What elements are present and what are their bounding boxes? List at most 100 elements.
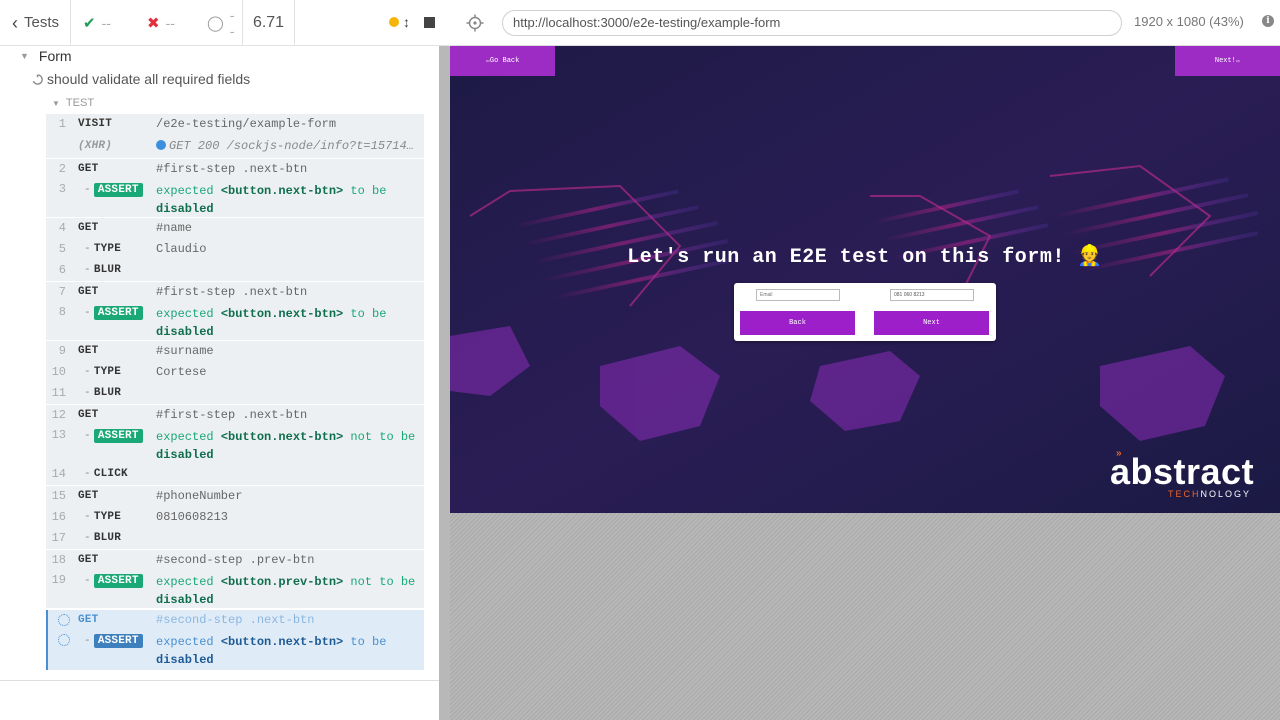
command-number: 17 xyxy=(51,531,66,545)
suite-title[interactable]: ▼ Form xyxy=(20,48,72,64)
abstract-logo: » abstract TECHNOLOGY xyxy=(1110,448,1255,499)
background-art xyxy=(450,46,1280,513)
command-row[interactable]: (XHR) GET 200 /sockjs-node/info?t=15714… xyxy=(46,136,424,156)
command-number: 13 xyxy=(51,428,66,442)
info-icon[interactable]: i xyxy=(1262,15,1274,27)
command-row[interactable]: 6 - BLUR xyxy=(46,260,424,280)
command-row[interactable]: - ASSERT expected <button.next-btn> to be… xyxy=(48,630,426,668)
assert-message: expected <button.next-btn> to be disable… xyxy=(156,307,387,339)
command-message: 0810608213 xyxy=(156,510,229,524)
command-row[interactable]: 12 GET #first-step .next-btn xyxy=(46,405,424,425)
command-block: 18 GET #second-step .prev-btn 19 - ASSERT… xyxy=(46,550,424,608)
back-button[interactable]: Back xyxy=(740,311,855,335)
passed-value: -- xyxy=(101,14,111,31)
pending-spinner-icon xyxy=(58,614,70,626)
command-name: (XHR) xyxy=(78,140,113,152)
command-number: 15 xyxy=(51,489,66,503)
tests-button[interactable]: ‹ Tests xyxy=(0,0,71,46)
assert-badge: ASSERT xyxy=(93,574,143,588)
next-top-button[interactable]: Next! ⇨ xyxy=(1175,46,1280,76)
command-number: 5 xyxy=(58,242,66,256)
command-row[interactable]: GET #second-step .next-btn xyxy=(48,610,426,630)
next-button[interactable]: Next xyxy=(874,311,989,335)
app-under-test: ⇦ Go Back Next! ⇨ Let's run an E2E test on… xyxy=(450,46,1280,513)
command-row[interactable]: 4 GET #name xyxy=(46,218,424,238)
command-block-pending: GET #second-step .next-btn - ASSERT expec… xyxy=(46,610,424,670)
command-name: - ASSERT xyxy=(84,574,143,588)
command-block: 15 GET #phoneNumber 16 - TYPE 0810608213 … xyxy=(46,486,424,549)
command-row[interactable]: 11 - BLUR xyxy=(46,383,424,403)
command-row[interactable]: 9 GET #surname xyxy=(46,341,424,361)
check-icon: ✔ xyxy=(83,14,96,32)
xhr-status-dot-icon xyxy=(156,140,166,150)
go-back-button[interactable]: ⇦ Go Back xyxy=(450,46,555,76)
url-bar[interactable]: http://localhost:3000/e2e-testing/exampl… xyxy=(502,10,1122,36)
command-row[interactable]: 16 - TYPE 0810608213 xyxy=(46,507,424,527)
running-spinner-icon xyxy=(32,73,43,85)
assert-message: expected <button.prev-btn> not to be dis… xyxy=(156,575,416,607)
command-block: 4 GET #name 5 - TYPE Claudio 6 - BLUR xyxy=(46,218,424,281)
stats-bar: ‹ Tests ✔ -- ✖ -- ◯ -- 6.71 ↕ xyxy=(0,0,449,46)
test-group-label: TEST xyxy=(65,97,95,109)
passed-count: ✔ -- xyxy=(71,0,135,46)
command-row[interactable]: 2 GET #first-step .next-btn xyxy=(46,159,424,179)
command-name: - ASSERT xyxy=(84,306,143,320)
command-row[interactable]: 19 - ASSERT expected <button.prev-btn> no… xyxy=(46,570,424,608)
command-row[interactable]: 7 GET #first-step .next-btn xyxy=(46,282,424,302)
command-number: 18 xyxy=(51,553,66,567)
email-field[interactable] xyxy=(756,289,840,301)
command-row[interactable]: 8 - ASSERT expected <button.next-btn> to … xyxy=(46,302,424,340)
reporter-resize-handle[interactable] xyxy=(439,46,450,720)
runnable-list: ▼ Form should validate all required fiel… xyxy=(0,46,439,680)
command-row[interactable]: 13 - ASSERT expected <button.next-btn> no… xyxy=(46,425,424,463)
command-row[interactable]: 5 - TYPE Claudio xyxy=(46,239,424,259)
command-row[interactable]: 14 - CLICK xyxy=(46,464,424,484)
command-number: 2 xyxy=(58,162,66,176)
command-row[interactable]: 10 - TYPE Cortese xyxy=(46,362,424,382)
command-message: #surname xyxy=(156,344,214,358)
command-name: - ASSERT xyxy=(84,183,143,197)
command-name: GET xyxy=(78,286,99,298)
command-number: 14 xyxy=(51,467,66,481)
command-name: - ASSERT xyxy=(84,634,143,648)
selector-playground-icon[interactable] xyxy=(466,14,484,32)
command-number: 1 xyxy=(58,117,66,131)
command-row[interactable]: 17 - BLUR xyxy=(46,528,424,548)
go-back-label: Go Back xyxy=(489,57,520,65)
assert-message: expected <button.next-btn> to be disable… xyxy=(156,635,387,667)
command-number: 6 xyxy=(58,263,66,277)
auto-scroll-toggle[interactable]: ↕ xyxy=(389,14,410,31)
duration: 6.71 xyxy=(243,0,295,46)
command-message: #first-step .next-btn xyxy=(156,408,308,422)
test-title[interactable]: should validate all required fields xyxy=(32,71,250,87)
command-name: - CLICK xyxy=(84,468,128,480)
command-block: 12 GET #first-step .next-btn 13 - ASSERT … xyxy=(46,405,424,485)
logo-wordmark: abstract xyxy=(1110,451,1255,492)
phone-number-field[interactable] xyxy=(890,289,974,301)
assert-badge: ASSERT xyxy=(93,429,143,443)
command-number: 8 xyxy=(58,305,66,319)
pending-circle-icon: ◯ xyxy=(207,14,224,32)
command-number: 10 xyxy=(51,365,66,379)
test-group-header[interactable]: ▼ TEST xyxy=(52,97,94,109)
assert-message: expected <button.next-btn> to be disable… xyxy=(156,184,387,216)
command-name: - BLUR xyxy=(84,264,122,276)
command-row[interactable]: 15 GET #phoneNumber xyxy=(46,486,424,506)
pending-value: -- xyxy=(229,6,235,39)
assert-badge: ASSERT xyxy=(93,634,143,648)
command-name: GET xyxy=(78,554,99,566)
test-name: should validate all required fields xyxy=(47,71,251,87)
command-row[interactable]: 18 GET #second-step .prev-btn xyxy=(46,550,424,570)
command-name: GET xyxy=(78,614,99,626)
arrow-right-icon: ⇨ xyxy=(1235,57,1241,66)
command-number: 7 xyxy=(58,285,66,299)
command-row[interactable]: 3 - ASSERT expected <button.next-btn> to … xyxy=(46,179,424,217)
assert-badge: ASSERT xyxy=(93,183,143,197)
command-message: Cortese xyxy=(156,365,207,379)
command-row[interactable]: 1 VISIT /e2e-testing/example-form xyxy=(46,114,424,134)
aut-empty-area xyxy=(450,513,1280,720)
chevron-logo-icon: » xyxy=(1116,448,1122,459)
command-number: 12 xyxy=(51,408,66,422)
run-controls: ↕ xyxy=(295,0,449,46)
stop-icon[interactable] xyxy=(424,17,435,28)
